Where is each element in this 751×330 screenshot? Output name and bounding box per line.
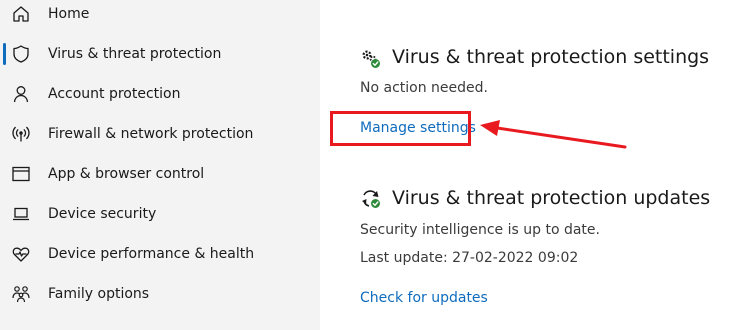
settings-section-title: Virus & threat protection settings	[392, 46, 710, 68]
sidebar-item-family-options[interactable]: Family options	[0, 274, 320, 314]
gears-check-icon	[360, 48, 382, 70]
updates-status-text: Security intelligence is up to date.	[360, 222, 600, 238]
sidebar-item-label: Device performance & health	[48, 246, 255, 262]
sidebar-item-label: App & browser control	[48, 166, 205, 182]
sidebar-item-device-security[interactable]: Device security	[0, 194, 320, 234]
family-icon	[11, 284, 31, 304]
home-icon	[11, 4, 31, 24]
refresh-check-icon	[360, 188, 382, 210]
sidebar-item-device-performance[interactable]: Device performance & health	[0, 234, 320, 274]
sidebar-item-label: Virus & threat protection	[48, 46, 222, 62]
sidebar-item-label: Family options	[48, 286, 150, 302]
settings-status-text: No action needed.	[360, 80, 488, 96]
wifi-broadcast-icon	[11, 124, 31, 144]
last-update-text: Last update: 27-02-2022 09:02	[360, 250, 579, 266]
shield-icon	[11, 44, 31, 64]
sidebar-item-label: Device security	[48, 206, 157, 222]
sidebar-item-account-protection[interactable]: Account protection	[0, 74, 320, 114]
laptop-icon	[11, 204, 31, 224]
annotation-highlight-box	[330, 111, 471, 146]
sidebar-nav: Home Virus & threat protection Account p…	[0, 0, 320, 330]
sidebar-item-firewall-network[interactable]: Firewall & network protection	[0, 114, 320, 154]
sidebar-item-label: Account protection	[48, 86, 181, 102]
person-icon	[11, 84, 31, 104]
browser-window-icon	[11, 164, 31, 184]
sidebar-item-label: Home	[48, 6, 90, 22]
main-content: Virus & threat protection settings No ac…	[320, 0, 751, 330]
annotation-arrow	[480, 120, 627, 149]
sidebar-item-home[interactable]: Home	[0, 0, 320, 34]
check-for-updates-link[interactable]: Check for updates	[360, 290, 488, 306]
updates-section-title: Virus & threat protection updates	[392, 187, 711, 209]
sidebar-item-app-browser-control[interactable]: App & browser control	[0, 154, 320, 194]
sidebar-item-virus-threat-protection[interactable]: Virus & threat protection	[0, 34, 320, 74]
sidebar-item-label: Firewall & network protection	[48, 126, 254, 142]
heart-pulse-icon	[11, 244, 31, 264]
